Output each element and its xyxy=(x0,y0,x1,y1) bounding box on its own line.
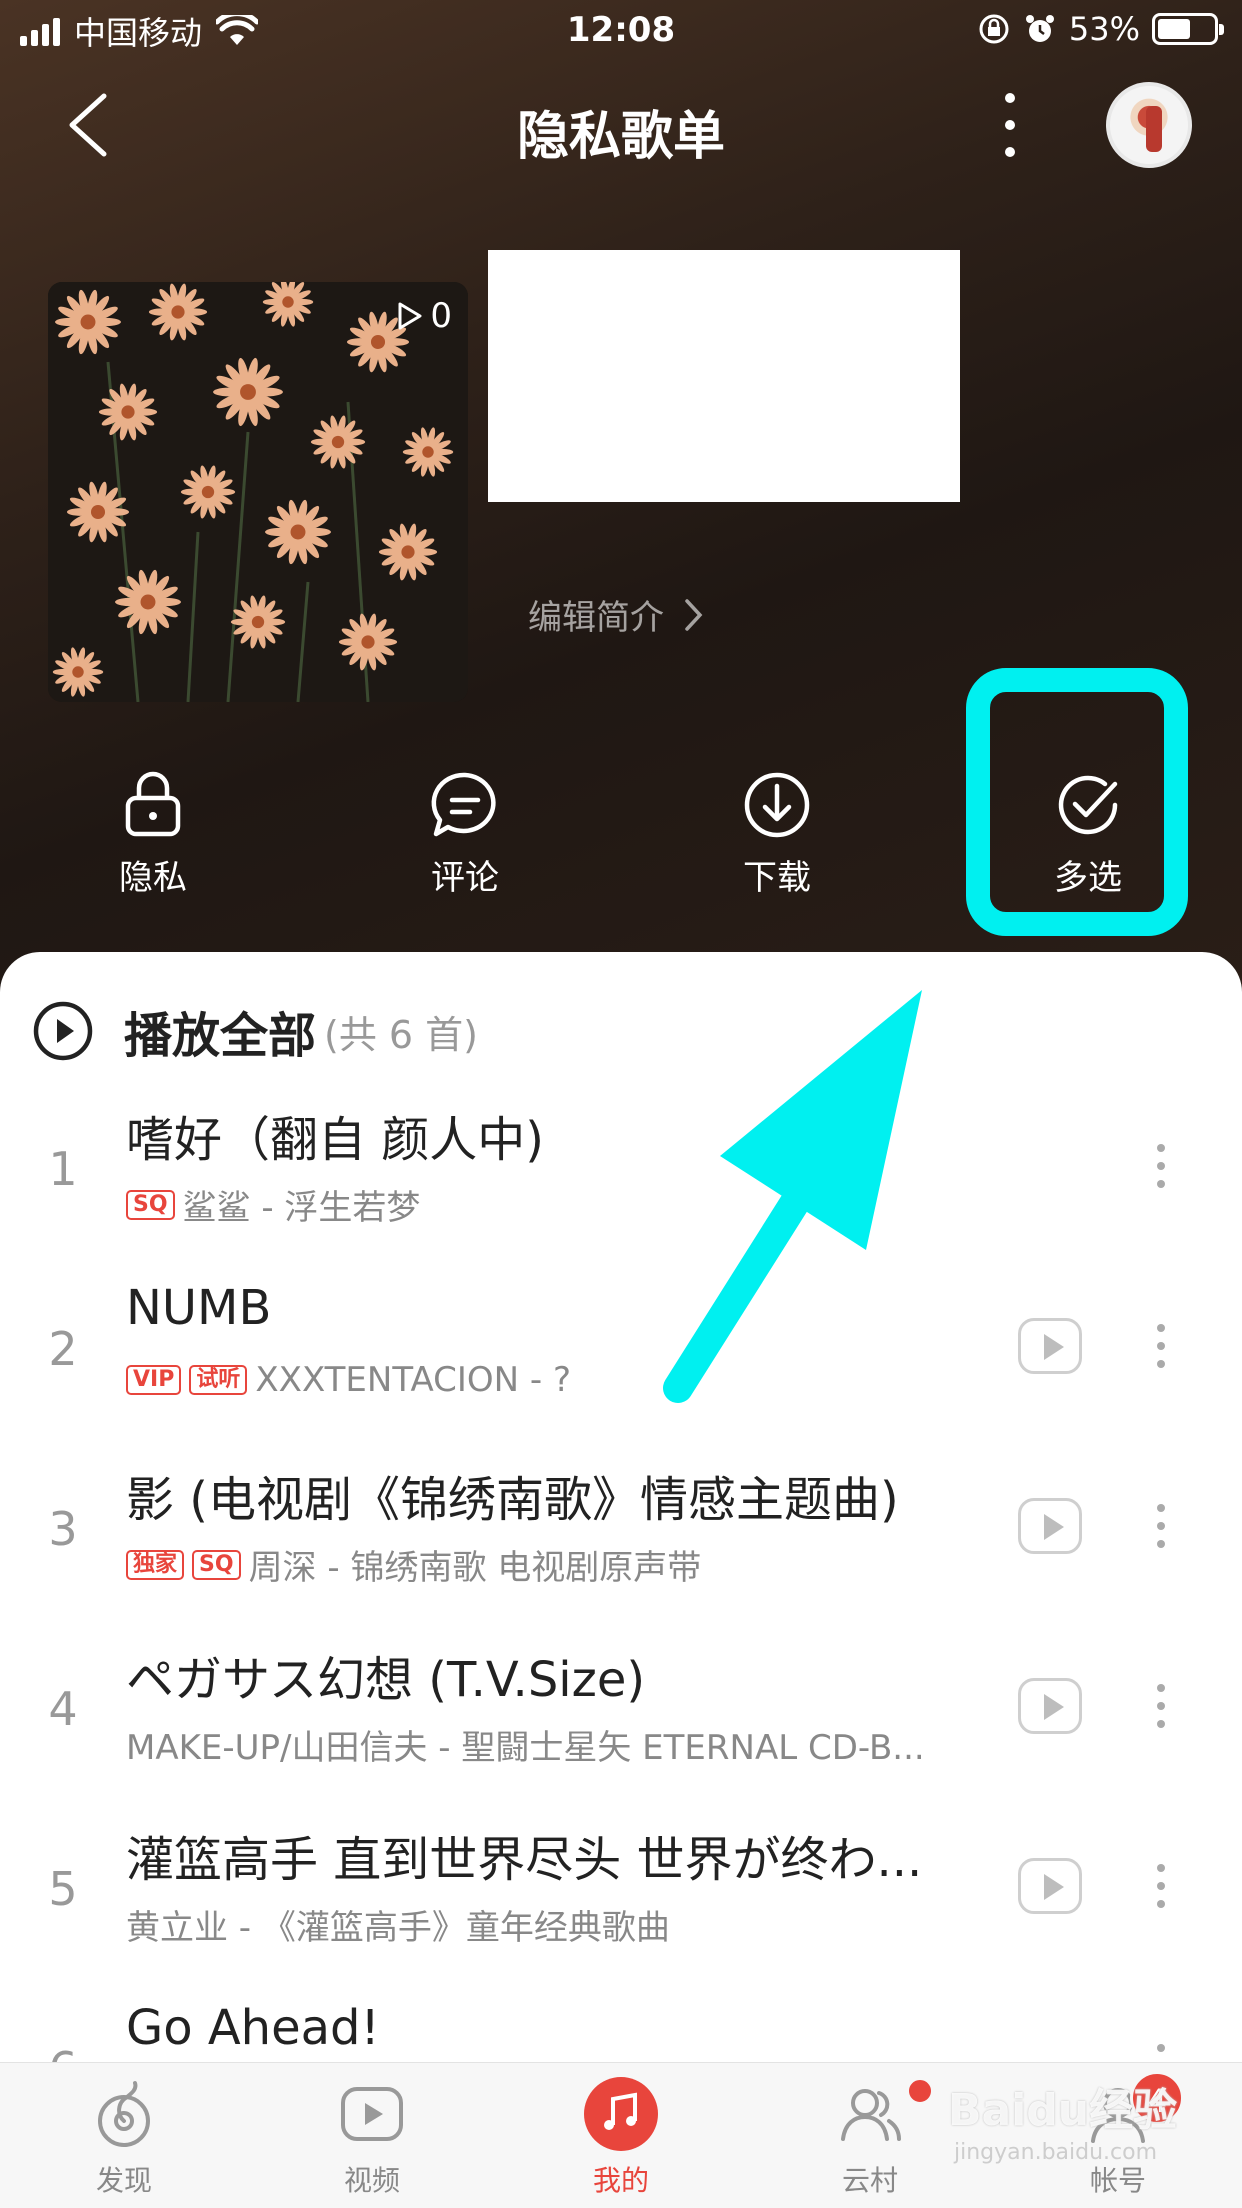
discover-icon xyxy=(98,2081,150,2147)
quality-tag: 独家 xyxy=(126,1549,185,1580)
song-title: NUMB xyxy=(126,1280,272,1336)
tab-discover-label: 发现 xyxy=(95,2164,152,2197)
download-icon xyxy=(744,772,810,838)
tab-video[interactable]: 视频 xyxy=(272,2063,472,2199)
mv-play-button[interactable] xyxy=(1018,1318,1082,1374)
rotation-lock-icon xyxy=(979,14,1009,44)
tab-account-label: 帐号 xyxy=(1089,2164,1146,2197)
song-number: 6 xyxy=(0,2042,126,2062)
more-options-icon[interactable] xyxy=(1146,1498,1176,1558)
song-artist-album: XXXTENTACION - ? xyxy=(255,1360,572,1400)
song-row[interactable]: 1 嗜好（翻自 颜人中) SQ 鲨鲨 - 浮生若梦 xyxy=(0,1082,1242,1262)
tab-mine-label: 我的 xyxy=(592,2164,649,2197)
song-artist-album: 鲨鲨 - 浮生若梦 xyxy=(182,1188,421,1228)
mv-play-button[interactable] xyxy=(1018,1498,1082,1554)
song-subtitle: VIP 试听 XXXTENTACION - ? xyxy=(126,1360,986,1400)
song-list: 播放全部 (共 6 首) 1 嗜好（翻自 颜人中) SQ 鲨鲨 - 浮生若梦 2 NUMB… xyxy=(0,952,1242,2062)
download-label: 下载 xyxy=(743,858,811,898)
download-button[interactable]: 下载 xyxy=(697,770,857,899)
navigation-bar: 隐私歌单 xyxy=(0,70,1242,180)
comment-icon xyxy=(431,772,496,837)
watermark-logo: Baidu经验 xyxy=(948,2085,1178,2136)
song-number: 3 xyxy=(48,1502,78,1556)
more-options-icon[interactable] xyxy=(1146,1138,1176,1198)
song-title: ペガサス幻想 (T.V.Size) xyxy=(126,1652,646,1708)
song-number: 4 xyxy=(48,1682,78,1736)
play-all-button[interactable]: 播放全部 (共 6 首) xyxy=(32,996,478,1066)
play-circle-icon xyxy=(33,1001,93,1061)
tab-community[interactable]: 云村 xyxy=(770,2063,970,2199)
song-row[interactable]: 3 影 (电视剧《锦绣南歌》情感主题曲) 独家 SQ 周深 - 锦绣南歌 电视剧原声带 xyxy=(0,1442,1242,1622)
play-outline-icon xyxy=(398,302,422,330)
more-options-icon[interactable] xyxy=(1146,1678,1176,1738)
edit-intro-link[interactable]: 编辑简介 xyxy=(528,590,704,639)
song-title: 影 (电视剧《锦绣南歌》情感主题曲) xyxy=(126,1472,899,1528)
user-avatar[interactable] xyxy=(1106,82,1192,168)
more-options-icon[interactable] xyxy=(1146,1858,1176,1918)
tab-community-label: 云村 xyxy=(841,2164,898,2197)
music-note-icon xyxy=(584,2077,658,2151)
song-number: 2 xyxy=(48,1322,78,1376)
song-subtitle: SQ 鲨鲨 - 浮生若梦 xyxy=(126,1180,986,1229)
quality-tag: SQ xyxy=(126,1189,175,1220)
quality-tag: 试听 xyxy=(189,1365,248,1395)
tab-video-label: 视频 xyxy=(343,2164,400,2197)
notification-dot xyxy=(906,2077,934,2105)
song-number: 5 xyxy=(48,1862,78,1916)
privacy-button[interactable]: 隐私 xyxy=(73,770,233,899)
privacy-label: 隐私 xyxy=(119,858,187,898)
playlist-cover[interactable]: 0 xyxy=(48,282,468,702)
song-artist-album: MAKE-UP/山田信夫 - 聖闘士星矢 ETERNAL CD-B... xyxy=(126,1728,925,1768)
comment-button[interactable]: 评论 xyxy=(385,770,545,899)
song-subtitle: MAKE-UP/山田信夫 - 聖闘士星矢 ETERNAL CD-B... xyxy=(126,1720,986,1769)
community-icon xyxy=(841,2089,901,2141)
quality-tag: VIP xyxy=(126,1365,182,1395)
song-artist-album: 周深 - 锦绣南歌 电视剧原声带 xyxy=(248,1548,702,1588)
song-title: 嗜好（翻自 颜人中) xyxy=(126,1112,544,1168)
song-number: 1 xyxy=(48,1142,78,1196)
battery-icon xyxy=(1152,13,1224,45)
edit-intro-label: 编辑简介 xyxy=(528,598,664,638)
tab-discover[interactable]: 发现 xyxy=(24,2063,224,2199)
play-count: 0 xyxy=(394,296,452,336)
play-all-label: 播放全部 xyxy=(124,1008,317,1064)
highlight-annotation-box xyxy=(966,668,1188,936)
lock-icon xyxy=(125,771,181,837)
status-right: 53% xyxy=(977,10,1224,48)
song-artist-album: 黄立业 - 《灌篮高手》童年经典歌曲 xyxy=(126,1908,670,1948)
battery-percent: 53% xyxy=(1068,10,1140,48)
song-subtitle: 独家 SQ 周深 - 锦绣南歌 电视剧原声带 xyxy=(126,1540,986,1589)
watermark-url: jingyan.baidu.com xyxy=(954,2140,1158,2165)
song-title: Go Ahead! xyxy=(126,2000,380,2056)
more-menu-icon[interactable] xyxy=(990,90,1030,160)
song-row[interactable]: 2 NUMB VIP 试听 XXXTENTACION - ? xyxy=(0,1262,1242,1442)
page-title: 隐私歌单 xyxy=(516,107,725,167)
song-row[interactable]: 6Go Ahead! xyxy=(0,1982,1242,2062)
play-count-value: 0 xyxy=(430,296,452,336)
song-row[interactable]: 4 ペガサス幻想 (T.V.Size) MAKE-UP/山田信夫 - 聖闘士星矢 E… xyxy=(0,1622,1242,1802)
chevron-right-icon xyxy=(685,598,703,631)
song-title: 灌篮高手 直到世界尽头 世界が终わ... xyxy=(126,1832,923,1888)
mv-play-button[interactable] xyxy=(1018,1858,1082,1914)
quality-tag: SQ xyxy=(192,1549,241,1580)
song-row[interactable]: 5 灌篮高手 直到世界尽头 世界が终わ... 黄立业 - 《灌篮高手》童年经典歌曲 xyxy=(0,1802,1242,1982)
video-icon xyxy=(341,2087,403,2141)
song-subtitle: 黄立业 - 《灌篮高手》童年经典歌曲 xyxy=(126,1900,986,1949)
playlist-title-redacted xyxy=(488,250,960,502)
status-bar: 中国移动 12:08 53% xyxy=(0,0,1242,62)
more-options-icon[interactable] xyxy=(1146,2038,1176,2062)
alarm-icon xyxy=(1025,15,1054,42)
mv-play-button[interactable] xyxy=(1018,1678,1082,1734)
comment-label: 评论 xyxy=(431,858,499,898)
daisy-flowers-image xyxy=(48,282,468,702)
tab-mine[interactable]: 我的 xyxy=(521,2063,721,2199)
more-options-icon[interactable] xyxy=(1146,1318,1176,1378)
song-count: (共 6 首) xyxy=(324,1012,479,1057)
